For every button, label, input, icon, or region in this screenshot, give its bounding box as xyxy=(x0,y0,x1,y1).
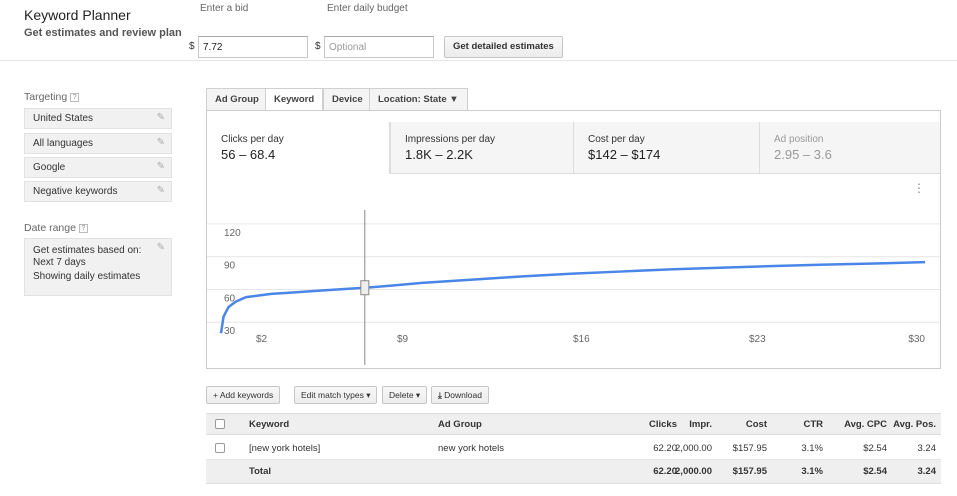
bid-input[interactable] xyxy=(198,36,308,58)
total-label: Total xyxy=(249,466,271,477)
budget-label: Enter daily budget xyxy=(327,3,408,14)
col-impr[interactable]: Impr. xyxy=(689,414,712,434)
sidebar-item-label: All languages xyxy=(33,138,94,149)
select-all-checkbox[interactable] xyxy=(215,414,225,434)
row-ad-group[interactable]: new york hotels xyxy=(438,437,504,459)
get-detailed-estimates-button[interactable]: Get detailed estimates xyxy=(444,36,563,58)
download-label: Download xyxy=(444,390,482,400)
total-avg-cpc: $2.54 xyxy=(863,466,887,477)
table-row: [new york hotels] new york hotels 62.20 … xyxy=(206,437,941,460)
more-options-icon[interactable]: ⋮ xyxy=(913,182,925,202)
page-subtitle: Get estimates and review plan xyxy=(24,27,182,39)
date-range-box[interactable]: Get estimates based on: Next 7 days Show… xyxy=(24,238,172,296)
row-avg-cpc: $2.54 xyxy=(863,442,887,454)
total-impr: 2,000.00 xyxy=(675,466,712,477)
row-checkbox[interactable] xyxy=(215,437,225,459)
col-cost[interactable]: Cost xyxy=(746,414,767,434)
download-icon: ⤓ xyxy=(438,390,442,400)
x-tick-label: $2 xyxy=(256,334,268,345)
targeting-heading: Targeting? xyxy=(24,91,80,103)
date-range-heading: Date range? xyxy=(24,222,88,234)
header-divider xyxy=(0,60,957,61)
sidebar-item-label: Google xyxy=(33,162,66,173)
pencil-icon[interactable]: ✎ xyxy=(157,137,165,148)
pencil-icon[interactable]: ✎ xyxy=(157,112,165,123)
row-clicks: 62.20 xyxy=(653,442,677,454)
download-button[interactable]: ⤓ Download xyxy=(431,386,489,404)
col-clicks[interactable]: Clicks xyxy=(649,414,677,434)
metric-label: Clicks per day xyxy=(221,134,284,145)
col-ctr[interactable]: CTR xyxy=(803,414,823,434)
table-total-row: Total 62.20 2,000.00 $157.95 3.1% $2.54 … xyxy=(206,460,941,484)
col-keyword[interactable]: Keyword xyxy=(249,414,289,434)
date-range-line: Showing daily estimates xyxy=(33,271,141,282)
tab-keyword[interactable]: Keyword xyxy=(265,88,324,111)
row-ctr: 3.1% xyxy=(801,442,823,454)
date-range-label: Date range xyxy=(24,222,76,234)
row-keyword[interactable]: [new york hotels] xyxy=(249,437,320,459)
bid-label: Enter a bid xyxy=(200,3,249,14)
sidebar-item-label: Negative keywords xyxy=(33,186,118,197)
page-title: Keyword Planner xyxy=(24,7,131,23)
edit-match-types-button[interactable]: Edit match types ▾ xyxy=(294,386,378,404)
targeting-label: Targeting xyxy=(24,91,68,103)
x-tick-label: $16 xyxy=(573,334,590,345)
date-range-line: Get estimates based on: xyxy=(33,245,142,256)
y-tick-label: 120 xyxy=(224,228,241,239)
metric-value: $142 – $174 xyxy=(588,147,661,162)
metric-label: Ad position xyxy=(774,134,824,145)
pencil-icon[interactable]: ✎ xyxy=(157,161,165,172)
sidebar-item-location[interactable]: United States ✎ xyxy=(24,108,172,129)
clicks-chart[interactable]: 120906030$2 $9 $16 $23 $30 xyxy=(207,205,940,365)
row-impr: 2,000.00 xyxy=(675,442,712,454)
metric-ad-position[interactable]: Ad position 2.95 – 3.6 xyxy=(760,122,940,174)
metric-cost[interactable]: Cost per day $142 – $174 xyxy=(574,122,760,174)
total-clicks: 62.20 xyxy=(653,466,677,477)
y-tick-label: 30 xyxy=(224,326,236,337)
col-ad-group[interactable]: Ad Group xyxy=(438,414,482,434)
metric-clicks[interactable]: Clicks per day 56 – 68.4 xyxy=(207,122,390,174)
total-ctr: 3.1% xyxy=(801,466,823,477)
pencil-icon[interactable]: ✎ xyxy=(157,242,165,254)
sidebar-item-label: United States xyxy=(33,113,94,124)
tab-device[interactable]: Device xyxy=(323,88,372,110)
bid-currency: $ xyxy=(189,41,195,52)
x-tick-label: $9 xyxy=(397,334,409,345)
tab-ad-group[interactable]: Ad Group xyxy=(206,88,268,110)
y-tick-label: 90 xyxy=(224,261,236,272)
help-icon[interactable]: ? xyxy=(70,92,80,102)
row-cost: $157.95 xyxy=(732,442,767,454)
metric-impressions[interactable]: Impressions per day 1.8K – 2.2K xyxy=(390,122,574,174)
total-cost: $157.95 xyxy=(732,466,767,477)
col-avg-pos[interactable]: Avg. Pos. xyxy=(893,414,936,434)
metric-value: 56 – 68.4 xyxy=(221,147,276,162)
sidebar-item-network[interactable]: Google ✎ xyxy=(24,157,172,178)
sidebar-item-negative-keywords[interactable]: Negative keywords ✎ xyxy=(24,181,172,202)
metric-value: 2.95 – 3.6 xyxy=(774,147,832,162)
row-avg-pos: 3.24 xyxy=(917,442,937,454)
help-icon[interactable]: ? xyxy=(78,223,88,233)
x-tick-label: $23 xyxy=(749,334,766,345)
pencil-icon[interactable]: ✎ xyxy=(157,185,165,196)
metric-value: 1.8K – 2.2K xyxy=(405,147,473,162)
x-tick-label: $30 xyxy=(908,334,925,345)
tab-location-state[interactable]: Location: State ▼ xyxy=(369,88,468,110)
date-range-line: Next 7 days xyxy=(33,257,86,268)
bid-cursor-handle[interactable] xyxy=(360,280,370,296)
add-keywords-button[interactable]: + Add keywords xyxy=(206,386,281,404)
budget-input[interactable] xyxy=(324,36,434,58)
metric-label: Impressions per day xyxy=(405,134,496,145)
sidebar-item-language[interactable]: All languages ✎ xyxy=(24,133,172,154)
metric-label: Cost per day xyxy=(588,134,645,145)
budget-currency: $ xyxy=(315,41,321,52)
delete-button[interactable]: Delete ▾ xyxy=(382,386,428,404)
table-header: Keyword Ad Group Clicks Impr. Cost CTR A… xyxy=(206,413,941,435)
total-avg-pos: 3.24 xyxy=(917,466,937,477)
col-avg-cpc[interactable]: Avg. CPC xyxy=(844,414,887,434)
